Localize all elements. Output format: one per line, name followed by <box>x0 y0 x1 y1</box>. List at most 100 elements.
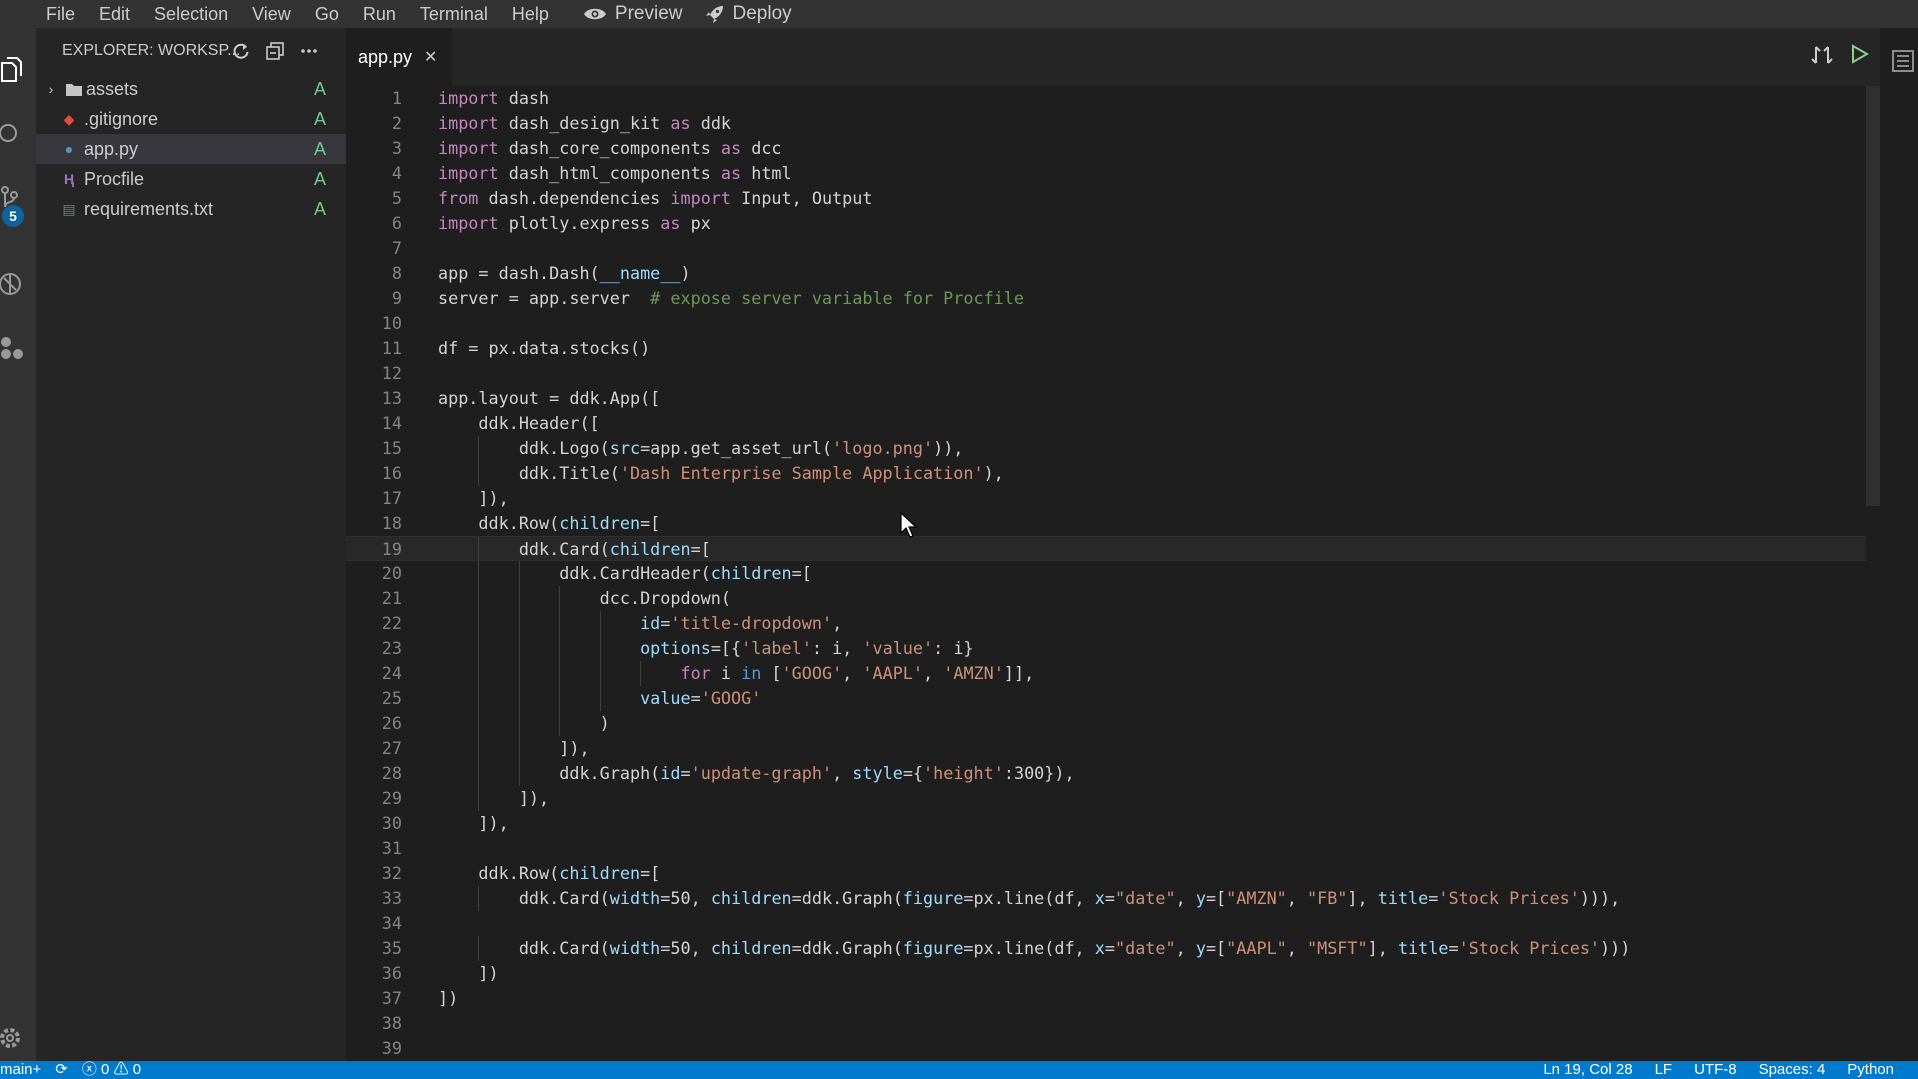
tree-item-app-py[interactable]: ● app.py A <box>36 134 346 164</box>
tree-item-procfile[interactable]: Ⱨ Procfile A <box>36 164 346 194</box>
activity-run-debug[interactable] <box>0 264 36 304</box>
code-line[interactable]: 39 <box>346 1036 1866 1061</box>
code-text: app = dash.Dash(__name__) <box>438 263 691 283</box>
code-line[interactable]: 19 ddk.Card(children=[ <box>346 536 1866 562</box>
code-text: ]), <box>438 488 509 508</box>
code-line[interactable]: 6 import plotly.express as px <box>346 211 1866 236</box>
code-line[interactable]: 4 import dash_html_components as html <box>346 161 1866 186</box>
code-text: id='title-dropdown', <box>640 613 843 633</box>
tree-item-gitignore[interactable]: ◆ .gitignore A <box>36 104 346 134</box>
git-branch[interactable]: main+ <box>0 1061 41 1079</box>
code-line[interactable]: 29 ]), <box>346 786 1866 811</box>
code-line[interactable]: 12 <box>346 361 1866 386</box>
code-line[interactable]: 13 app.layout = ddk.App([ <box>346 386 1866 411</box>
sync-icon[interactable]: ⟳ <box>55 1061 68 1079</box>
line-number: 39 <box>381 1038 402 1058</box>
close-icon[interactable]: ✕ <box>424 47 437 67</box>
code-line[interactable]: 35 ddk.Card(width=50, children=ddk.Graph… <box>346 936 1866 961</box>
code-line[interactable]: 32 ddk.Row(children=[ <box>346 861 1866 886</box>
problems[interactable]: ⓧ 0 ⚠ 0 <box>82 1061 141 1079</box>
menu-selection[interactable]: Selection <box>142 0 240 28</box>
line-number: 36 <box>381 963 402 983</box>
code-line[interactable]: 16 ddk.Title('Dash Enterprise Sample App… <box>346 461 1866 486</box>
line-number: 4 <box>391 163 402 183</box>
menu-terminal[interactable]: Terminal <box>408 0 500 28</box>
code-line[interactable]: 11 df = px.data.stocks() <box>346 336 1866 361</box>
run-file-icon[interactable] <box>1851 44 1869 64</box>
code-line[interactable]: 15 ddk.Logo(src=app.get_asset_url('logo.… <box>346 436 1866 461</box>
code-line[interactable]: 1 import dash <box>346 86 1866 111</box>
language-mode[interactable]: Python <box>1847 1061 1894 1079</box>
line-number: 17 <box>381 488 402 508</box>
code-line[interactable]: 33 ddk.Card(width=50, children=ddk.Graph… <box>346 886 1866 911</box>
code-text: ddk.Logo(src=app.get_asset_url('logo.png… <box>438 438 964 458</box>
code-line[interactable]: 9 server = app.server # expose server var… <box>346 286 1866 311</box>
tree-item-requirements[interactable]: ▤ requirements.txt A <box>36 194 346 224</box>
end-of-line[interactable]: LF <box>1655 1061 1673 1079</box>
code-line[interactable]: 7 <box>346 236 1866 261</box>
activity-settings[interactable] <box>0 1018 36 1058</box>
menu-edit[interactable]: Edit <box>87 0 142 28</box>
menu-run[interactable]: Run <box>351 0 408 28</box>
line-number: 2 <box>391 113 402 133</box>
deploy-button[interactable]: Deploy <box>705 3 792 25</box>
line-number: 19 <box>381 539 402 559</box>
more-icon[interactable] <box>300 42 318 60</box>
line-number: 8 <box>391 263 402 283</box>
open-changes-icon[interactable] <box>1811 44 1833 66</box>
activity-search[interactable] <box>0 114 36 154</box>
scrollbar-thumb[interactable] <box>1866 86 1880 506</box>
collapse-all-icon[interactable] <box>266 42 284 60</box>
code-line[interactable]: 5 from dash.dependencies import Input, Ou… <box>346 186 1866 211</box>
code-line[interactable]: 10 <box>346 311 1866 336</box>
code-line[interactable]: 22 id='title-dropdown', <box>346 611 1866 636</box>
code-line[interactable]: 8 app = dash.Dash(__name__) <box>346 261 1866 286</box>
code-line[interactable]: 23 options=[{'label': i, 'value': i} <box>346 636 1866 661</box>
file-encoding[interactable]: UTF-8 <box>1694 1061 1737 1079</box>
menu-go[interactable]: Go <box>303 0 351 28</box>
code-editor[interactable]: 1 import dash 2 import dash_design_kit as d… <box>346 86 1866 1061</box>
code-line[interactable]: 21 dcc.Dropdown( <box>346 586 1866 611</box>
outline-icon[interactable] <box>1892 50 1914 72</box>
refresh-icon[interactable] <box>232 42 250 60</box>
tab-app-py[interactable]: app.py ✕ <box>346 28 452 86</box>
activity-explorer[interactable] <box>0 50 36 90</box>
preview-button[interactable]: Preview <box>583 3 683 25</box>
menu-help[interactable]: Help <box>500 0 561 28</box>
code-line[interactable]: 38 <box>346 1011 1866 1036</box>
menu-bar: File Edit Selection View Go Run Terminal… <box>0 0 1918 28</box>
code-line[interactable]: 17 ]), <box>346 486 1866 511</box>
menu-file[interactable]: File <box>0 0 87 28</box>
code-text: import dash_design_kit as ddk <box>438 113 732 133</box>
menu-view[interactable]: View <box>240 0 303 28</box>
activity-extensions[interactable] <box>0 328 36 368</box>
code-line[interactable]: 37]) <box>346 986 1866 1011</box>
line-number: 20 <box>381 563 402 583</box>
search-icon <box>0 124 17 142</box>
code-line[interactable]: 36 ]) <box>346 961 1866 986</box>
code-line[interactable]: 20 ddk.CardHeader(children=[ <box>346 561 1866 586</box>
line-number: 12 <box>381 363 402 383</box>
code-line[interactable]: 27 ]), <box>346 736 1866 761</box>
code-line[interactable]: 24 for i in ['GOOG', 'AAPL', 'AMZN']], <box>346 661 1866 686</box>
code-text: from dash.dependencies import Input, Out… <box>438 188 873 208</box>
code-text: ddk.Card(width=50, children=ddk.Graph(fi… <box>438 938 1631 958</box>
code-line[interactable]: 2 import dash_design_kit as ddk <box>346 111 1866 136</box>
activity-bar <box>0 28 36 1061</box>
explorer-sidebar: EXPLORER: WORKSP... › assets A ◆ .gitign… <box>36 28 346 1061</box>
code-line[interactable]: 34 <box>346 911 1866 936</box>
code-line[interactable]: 25 value='GOOG' <box>346 686 1866 711</box>
code-line[interactable]: 31 <box>346 836 1866 861</box>
code-line[interactable]: 30 ]), <box>346 811 1866 836</box>
indentation[interactable]: Spaces: 4 <box>1759 1061 1826 1079</box>
tree-item-assets[interactable]: › assets A <box>36 74 346 104</box>
code-line[interactable]: 26 ) <box>346 711 1866 736</box>
cursor-position[interactable]: Ln 19, Col 28 <box>1543 1061 1632 1079</box>
eye-icon <box>583 8 606 20</box>
tree-item-label: app.py <box>84 138 139 159</box>
code-line[interactable]: 14 ddk.Header([ <box>346 411 1866 436</box>
code-line[interactable]: 3 import dash_core_components as dcc <box>346 136 1866 161</box>
code-line[interactable]: 18 ddk.Row(children=[ <box>346 511 1866 536</box>
editor-scrollbar[interactable] <box>1866 86 1880 1061</box>
code-line[interactable]: 28 ddk.Graph(id='update-graph', style={'… <box>346 761 1866 786</box>
